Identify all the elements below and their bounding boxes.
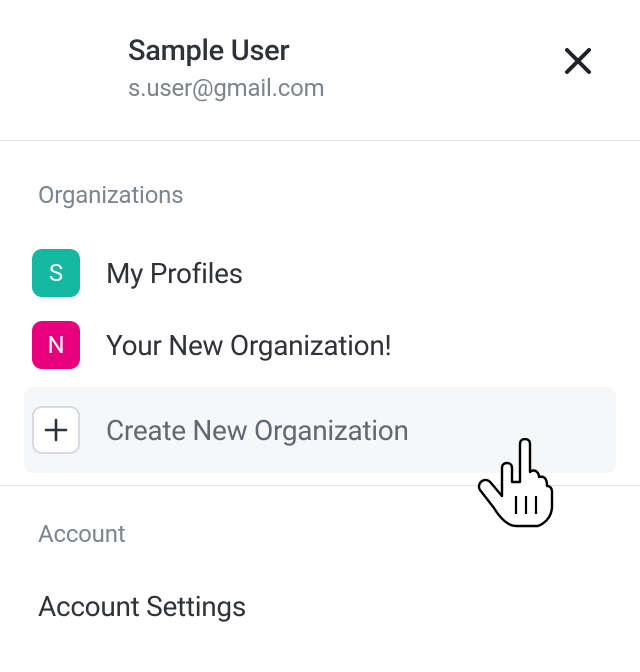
create-organization-label: Create New Organization bbox=[106, 414, 409, 447]
account-settings-item[interactable]: Account Settings bbox=[38, 576, 640, 637]
plus-icon bbox=[32, 406, 80, 454]
org-label: Your New Organization! bbox=[106, 329, 391, 362]
organizations-heading: Organizations bbox=[32, 181, 640, 209]
org-badge: N bbox=[32, 321, 80, 369]
organizations-list: S My Profiles N Your New Organization! C… bbox=[32, 237, 640, 473]
account-heading: Account bbox=[38, 520, 640, 548]
close-icon bbox=[564, 47, 592, 78]
user-name: Sample User bbox=[128, 34, 324, 68]
org-badge: S bbox=[32, 249, 80, 297]
create-organization-button[interactable]: Create New Organization bbox=[24, 387, 616, 473]
org-item-my-profiles[interactable]: S My Profiles bbox=[32, 237, 640, 309]
org-label: My Profiles bbox=[106, 257, 243, 290]
user-email: s.user@gmail.com bbox=[128, 74, 324, 102]
org-item-new-organization[interactable]: N Your New Organization! bbox=[32, 309, 640, 381]
close-button[interactable] bbox=[558, 42, 598, 82]
